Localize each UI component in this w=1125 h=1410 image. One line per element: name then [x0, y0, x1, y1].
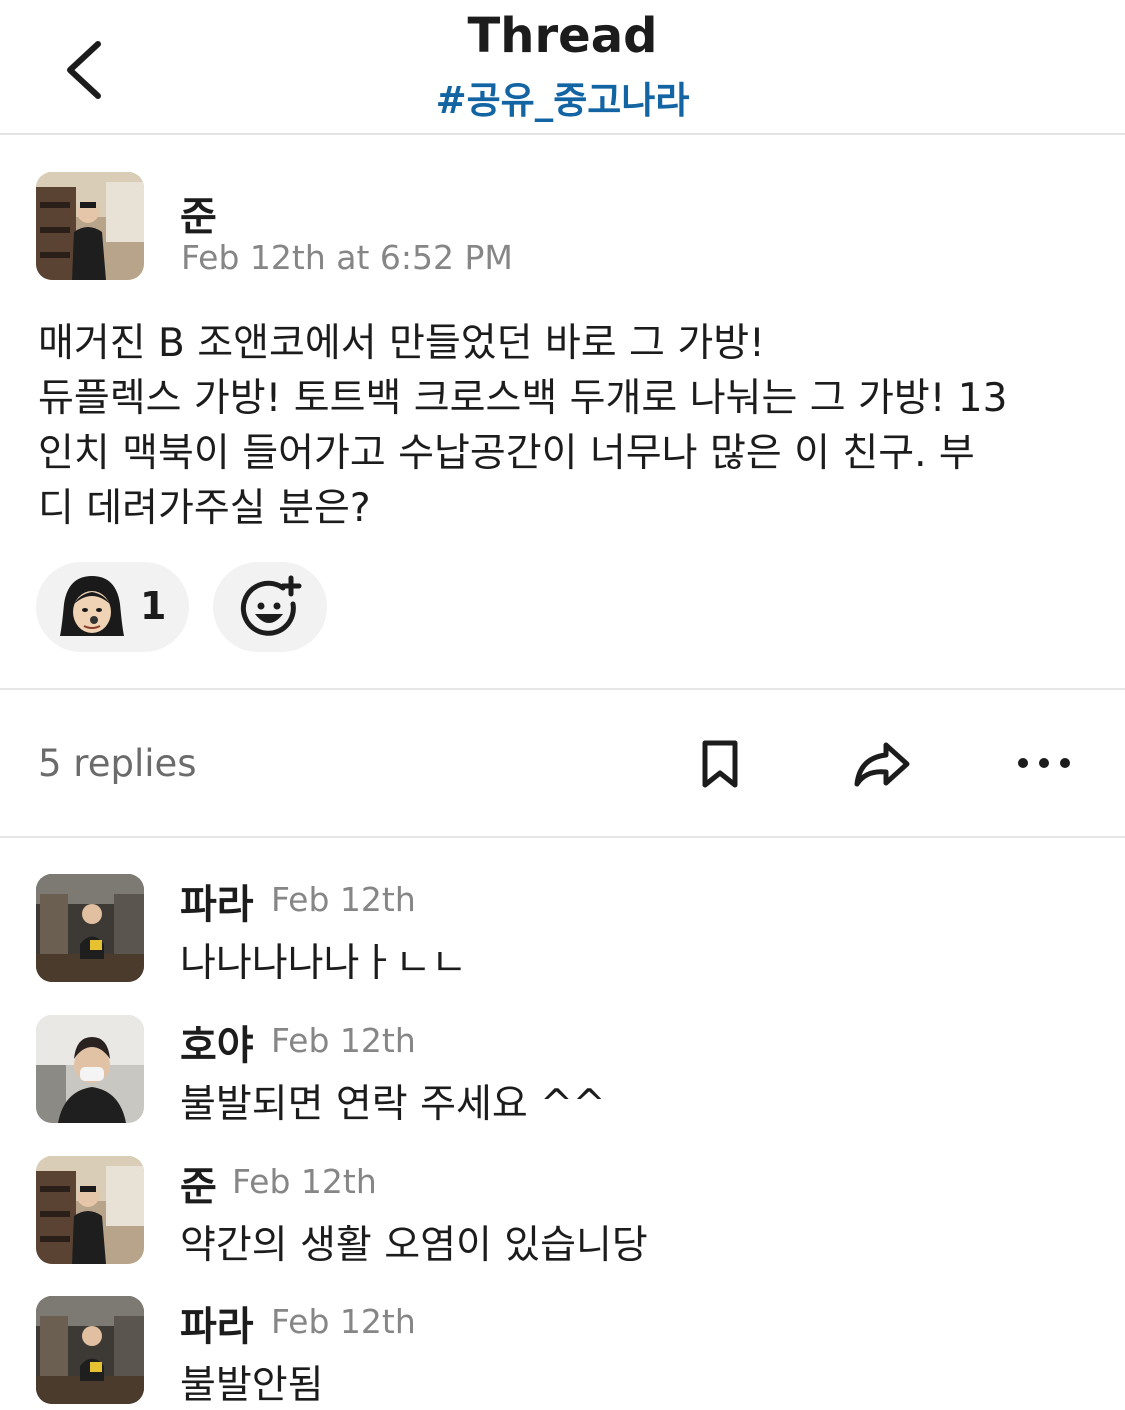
reply-timestamp: Feb 12th	[271, 880, 416, 919]
reply-timestamp: Feb 12th	[271, 1302, 416, 1341]
reaction-pill[interactable]: 1	[36, 562, 189, 652]
page-title: Thread	[467, 8, 658, 64]
replies-count: 5 replies	[38, 742, 197, 785]
reply-timestamp: Feb 12th	[232, 1162, 377, 1201]
reply-author[interactable]: 파라	[180, 1294, 254, 1352]
divider	[0, 836, 1125, 838]
custom-face-emoji-icon	[60, 576, 124, 636]
add-reaction-button[interactable]	[213, 562, 327, 652]
reply-text: 불발안됨	[180, 1363, 324, 1408]
channel-link[interactable]: #공유_중고나라	[0, 70, 1125, 124]
reply-author[interactable]: 준	[180, 1154, 217, 1212]
avatar[interactable]	[36, 1156, 144, 1264]
reply-author[interactable]: 파라	[180, 872, 254, 930]
message-line: 인치 맥북이 들어가고 수납공간이 너무나 많은 이 친구. 부	[38, 431, 975, 476]
more-icon[interactable]	[1014, 752, 1074, 774]
share-icon[interactable]	[852, 740, 912, 790]
reaction-count: 1	[140, 584, 167, 628]
reply-text: 나나나나나ㅏㄴㄴ	[180, 941, 468, 986]
bookmark-icon[interactable]	[700, 738, 740, 790]
reply-author[interactable]: 호야	[180, 1013, 254, 1071]
reply-timestamp: Feb 12th	[271, 1021, 416, 1060]
message-author[interactable]: 준	[180, 184, 217, 242]
thread-header: Thread #공유_중고나라	[0, 0, 1125, 135]
reply-text: 불발되면 연락 주세요 ^^	[180, 1082, 606, 1127]
avatar[interactable]	[36, 172, 144, 280]
message-line: 듀플렉스 가방! 토트백 크로스백 두개로 나눠는 그 가방! 13	[38, 376, 1008, 421]
avatar[interactable]	[36, 1296, 144, 1404]
reply-text: 약간의 생활 오염이 있습니당	[180, 1223, 648, 1268]
message-timestamp: Feb 12th at 6:52 PM	[181, 238, 513, 277]
message-line: 매거진 B 조앤코에서 만들었던 바로 그 가방!	[38, 321, 765, 366]
message-body: 매거진 B 조앤코에서 만들었던 바로 그 가방! 듀플렉스 가방! 토트백 크…	[38, 316, 1098, 536]
divider	[0, 688, 1125, 690]
avatar[interactable]	[36, 874, 144, 982]
message-line: 디 데려가주실 분은?	[38, 486, 371, 531]
avatar[interactable]	[36, 1015, 144, 1123]
add-reaction-icon	[240, 575, 302, 636]
